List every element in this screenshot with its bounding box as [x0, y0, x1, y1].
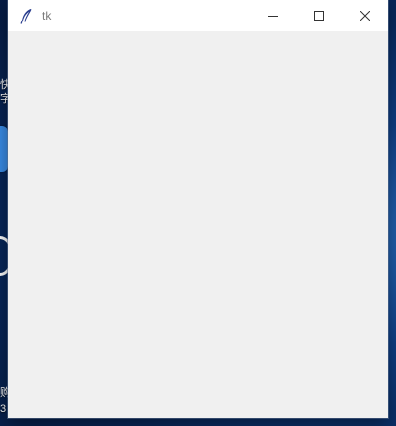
- close-button[interactable]: [342, 0, 388, 31]
- maximize-icon: [314, 10, 324, 21]
- title-bar[interactable]: tk: [8, 0, 388, 31]
- caption-buttons: [250, 0, 388, 31]
- maximize-button[interactable]: [296, 0, 342, 31]
- desktop-icon-label: 3: [0, 403, 7, 415]
- minimize-icon: [268, 11, 278, 21]
- close-icon: [360, 10, 370, 21]
- tk-window[interactable]: tk: [8, 0, 388, 418]
- feather-icon[interactable]: [18, 8, 34, 24]
- window-client-area[interactable]: [8, 31, 388, 418]
- desktop-app-icon[interactable]: [0, 126, 8, 172]
- minimize-button[interactable]: [250, 0, 296, 31]
- window-title: tk: [42, 8, 52, 23]
